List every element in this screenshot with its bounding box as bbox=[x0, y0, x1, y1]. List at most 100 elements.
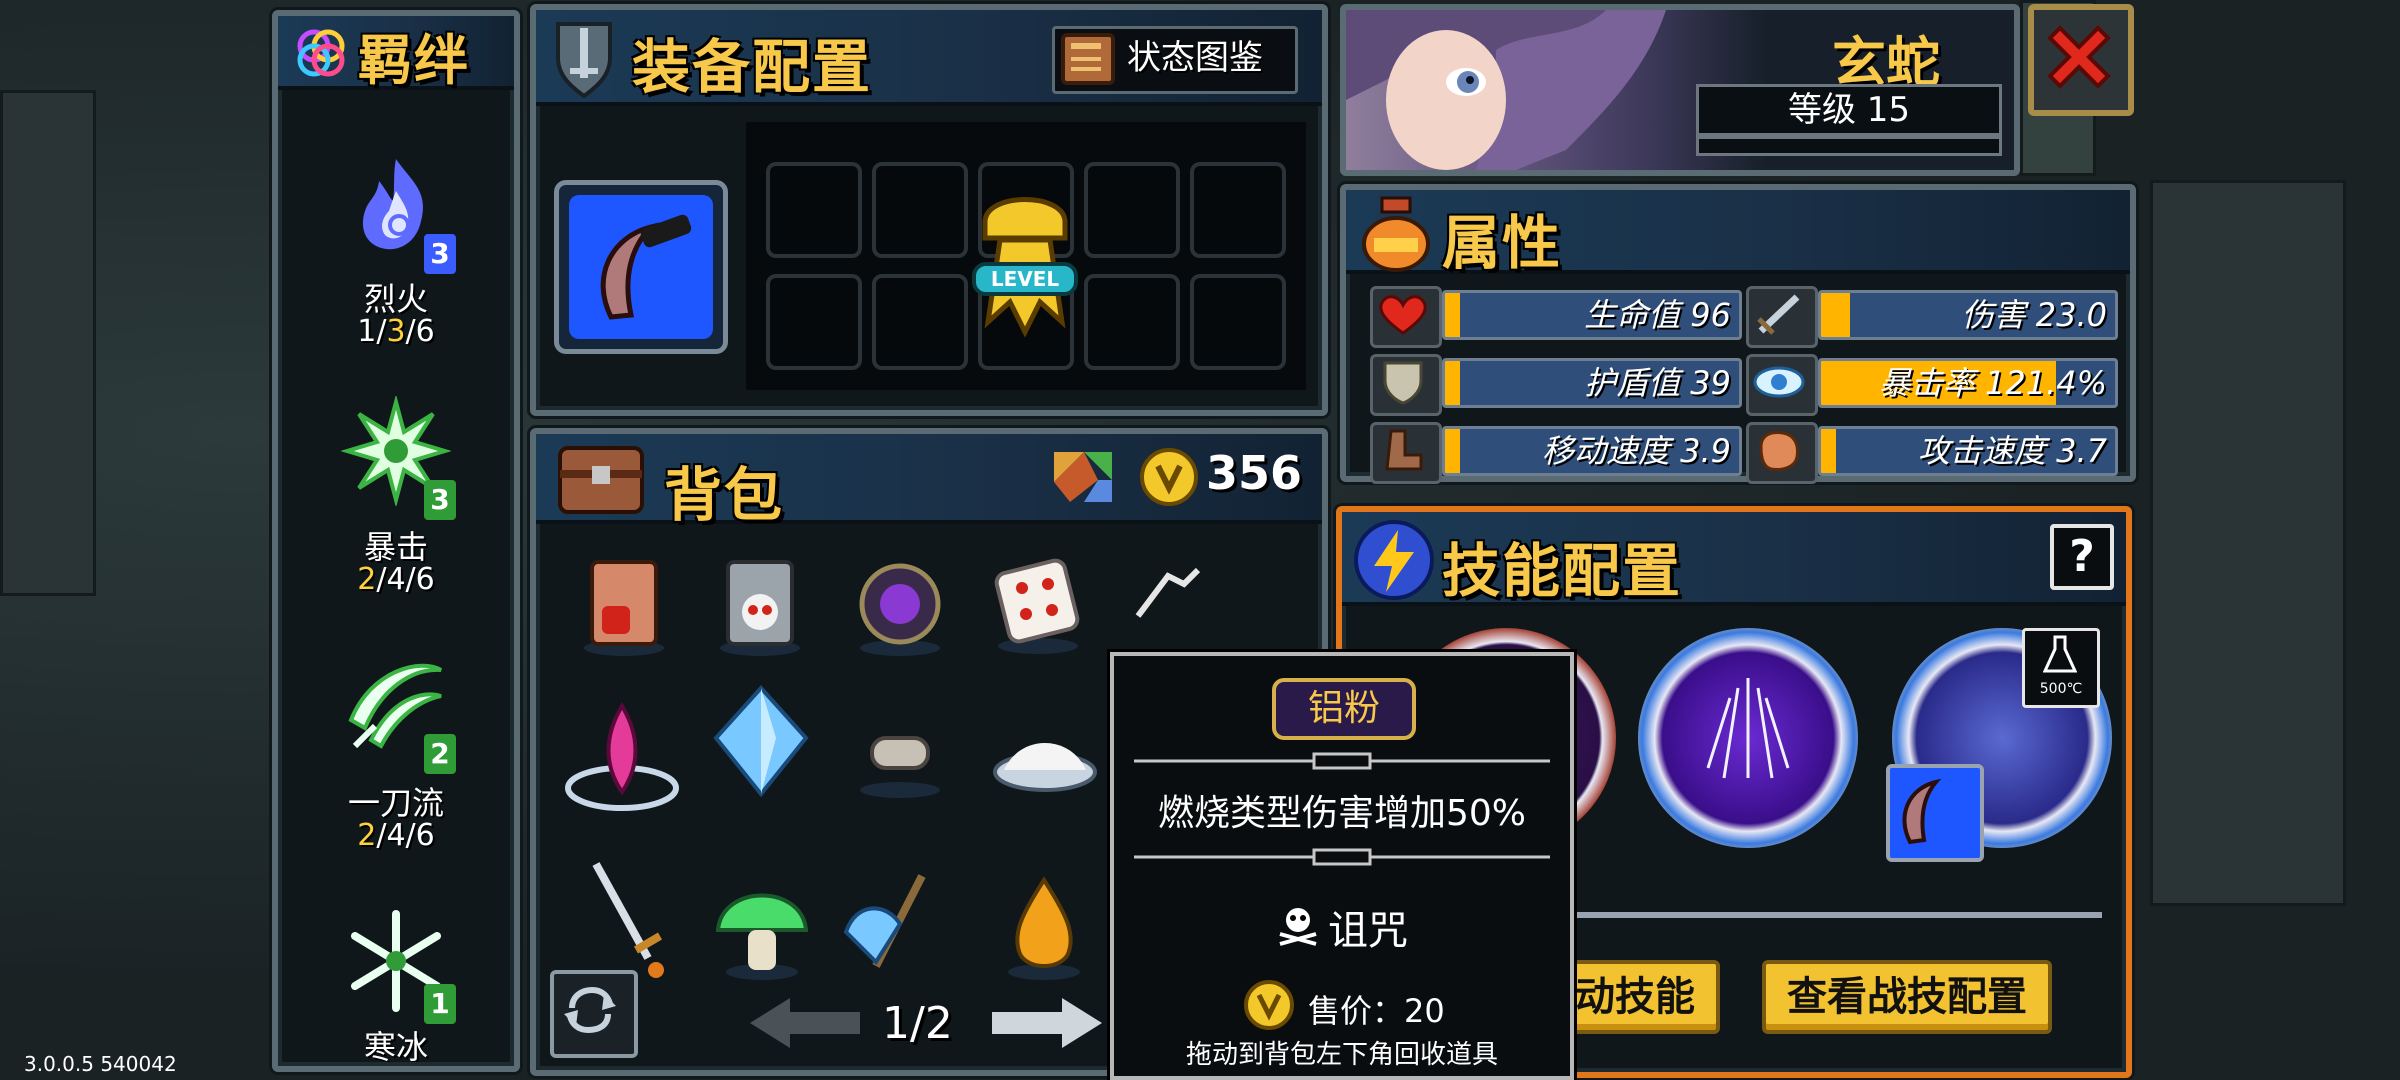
attr-fill bbox=[1445, 429, 1460, 473]
equipment-header: 装备配置 状态图鉴 bbox=[536, 10, 1322, 106]
bond-prog-part: / bbox=[376, 314, 387, 349]
page-indicator: 1/2 bbox=[882, 998, 953, 1049]
equipment-panel: 装备配置 状态图鉴 LEVEL bbox=[530, 4, 1328, 416]
attributes-header: 属性 bbox=[1346, 190, 2130, 277]
close-button[interactable] bbox=[2028, 4, 2134, 116]
attr-shield-text: 护盾值 39 bbox=[1584, 364, 1731, 402]
prev-page-arrow[interactable] bbox=[750, 998, 860, 1048]
backpack-item-pink-crystal[interactable] bbox=[562, 696, 682, 816]
bonds-panel: 羁绊 3 烈火 1/3/6 3 暴击 2/4/6 2 一刀流 2/4/6 1 寒… bbox=[272, 10, 520, 1072]
backpack-item-dice[interactable] bbox=[990, 554, 1086, 658]
equipment-slot[interactable] bbox=[1084, 162, 1180, 258]
backpack-item-green-mushroom[interactable] bbox=[712, 874, 812, 984]
attr-shield: 护盾值 39 bbox=[1370, 354, 1750, 416]
character-portrait-panel: 玄蛇 等级 15 bbox=[1340, 4, 2020, 176]
potion-jar-icon bbox=[1356, 194, 1436, 274]
backpack-chest-icon bbox=[554, 438, 648, 518]
bond-prog-part: /4/6 bbox=[376, 818, 435, 853]
equipment-slot[interactable] bbox=[1084, 274, 1180, 370]
gold-coin-icon bbox=[1138, 446, 1200, 508]
version-label: 3.0.0.5 540042 bbox=[24, 1052, 177, 1076]
bond-item-crit[interactable]: 3 暴击 2/4/6 bbox=[278, 386, 514, 616]
bond-item-frost[interactable]: 1 寒冰 bbox=[278, 892, 514, 1062]
codex-label: 状态图鉴 bbox=[1127, 38, 1263, 78]
backpack-item-ice-axe[interactable] bbox=[836, 862, 956, 982]
equipment-slot[interactable] bbox=[766, 274, 862, 370]
price-coin-icon bbox=[1242, 978, 1296, 1032]
attributes-title: 属性 bbox=[1442, 209, 1563, 277]
attr-damage: 伤害 23.0 bbox=[1746, 286, 2126, 348]
attr-fill bbox=[1445, 293, 1460, 337]
close-icon bbox=[2040, 18, 2118, 96]
bond-item-one-blade[interactable]: 2 一刀流 2/4/6 bbox=[278, 636, 514, 866]
skill-slot-2[interactable] bbox=[1638, 628, 1858, 848]
tooltip-ornament-mid bbox=[1134, 848, 1550, 866]
equipment-slot[interactable] bbox=[872, 274, 968, 370]
backpack-item-scroll[interactable] bbox=[852, 698, 948, 802]
skill-divider bbox=[1542, 912, 2102, 918]
bond-prog-part: 2 bbox=[357, 818, 377, 853]
level-emblem: LEVEL bbox=[960, 182, 1090, 342]
attr-hp-text: 生命值 96 bbox=[1584, 296, 1731, 334]
crit-bond-count-badge: 3 bbox=[424, 480, 456, 520]
attr-bar: 护盾值 39 bbox=[1442, 358, 1742, 408]
tooltip-tag: 诅咒 bbox=[1328, 908, 1408, 954]
attr-fill bbox=[1821, 293, 1851, 337]
bond-item-fire[interactable]: 3 烈火 1/3/6 bbox=[278, 136, 514, 356]
backpack-item-amber-drop[interactable] bbox=[996, 874, 1092, 984]
equipment-slot[interactable] bbox=[872, 162, 968, 258]
equipment-slot[interactable] bbox=[1190, 162, 1286, 258]
backpack-item-potion-book[interactable] bbox=[576, 556, 672, 660]
lightning-strike-icon bbox=[1706, 678, 1790, 779]
coin-count: 356 bbox=[1206, 446, 1303, 500]
attr-crit-rate: 暴击率 121.4% bbox=[1746, 354, 2126, 416]
backpack-item-sword[interactable] bbox=[576, 854, 676, 984]
equipment-slot[interactable] bbox=[766, 162, 862, 258]
character-xp-bar bbox=[1696, 136, 2002, 156]
skills-title: 技能配置 bbox=[1442, 537, 1683, 605]
attributes-panel: 属性 生命值 96 伤害 23.0 护盾值 39 暴击率 121.4% 移动速度… bbox=[1340, 184, 2136, 484]
backpack-item-purple-amulet[interactable] bbox=[852, 556, 948, 660]
equipment-slot[interactable] bbox=[1190, 274, 1286, 370]
attr-attack-speed: 攻击速度 3.7 bbox=[1746, 422, 2126, 484]
backpack-item-aluminum-powder[interactable] bbox=[990, 694, 1100, 804]
blade-bond-progress: 2/4/6 bbox=[278, 818, 514, 853]
backpack-item-dark-item[interactable] bbox=[1128, 556, 1218, 646]
level-emblem-text: LEVEL bbox=[990, 267, 1060, 291]
shield-sword-icon bbox=[552, 18, 616, 98]
item-tooltip: 铝粉 燃烧类型伤害增加50% 诅咒 售价：20 拖动到背包左下角回收道具 bbox=[1110, 652, 1574, 1080]
status-codex-button[interactable]: 状态图鉴 bbox=[1052, 26, 1298, 94]
tooltip-ornament-top bbox=[1134, 752, 1550, 770]
skill-weapon-chip bbox=[1886, 764, 1984, 862]
backpack-title: 背包 bbox=[664, 461, 785, 529]
flask-icon bbox=[2043, 633, 2077, 677]
claw-blade-icon bbox=[569, 195, 713, 339]
attr-move-speed: 移动速度 3.9 bbox=[1370, 422, 1750, 484]
recycle-button[interactable] bbox=[550, 970, 638, 1058]
bonds-title: 羁绊 bbox=[358, 29, 470, 92]
backpack-item-skull-book[interactable] bbox=[712, 556, 808, 660]
attr-crit-text: 暴击率 121.4% bbox=[1878, 364, 2107, 402]
attr-bar: 暴击率 121.4% bbox=[1818, 358, 2118, 408]
attr-hp: 生命值 96 bbox=[1370, 286, 1750, 348]
fist-icon bbox=[1746, 422, 1818, 484]
next-page-arrow[interactable] bbox=[992, 998, 1102, 1048]
attr-damage-text: 伤害 23.0 bbox=[1961, 296, 2107, 334]
tooltip-hint: 拖动到背包左下角回收道具 bbox=[1185, 1040, 1498, 1070]
fire-bond-count-badge: 3 bbox=[424, 234, 456, 274]
equipment-grid: LEVEL bbox=[746, 122, 1306, 390]
tooltip-description: 燃烧类型伤害增加50% bbox=[1157, 793, 1527, 834]
lightning-icon bbox=[1352, 518, 1436, 602]
temperature-text: 500℃ bbox=[2039, 681, 2083, 697]
bond-prog-part: /4/6 bbox=[376, 562, 435, 597]
temperature-badge: 500℃ bbox=[2022, 628, 2100, 708]
view-combat-skills-button[interactable]: 查看战技配置 bbox=[1762, 960, 2052, 1034]
codex-book-icon bbox=[1059, 31, 1117, 87]
help-button[interactable]: ? bbox=[2050, 524, 2114, 590]
bond-prog-part: 1 bbox=[357, 314, 377, 349]
fire-bond-progress: 1/3/6 bbox=[278, 314, 514, 349]
background-cabinet-right bbox=[2150, 180, 2346, 906]
backpack-item-ice-crystal[interactable] bbox=[706, 682, 816, 812]
boot-icon bbox=[1370, 422, 1442, 484]
equipped-weapon-slot[interactable] bbox=[554, 180, 728, 354]
